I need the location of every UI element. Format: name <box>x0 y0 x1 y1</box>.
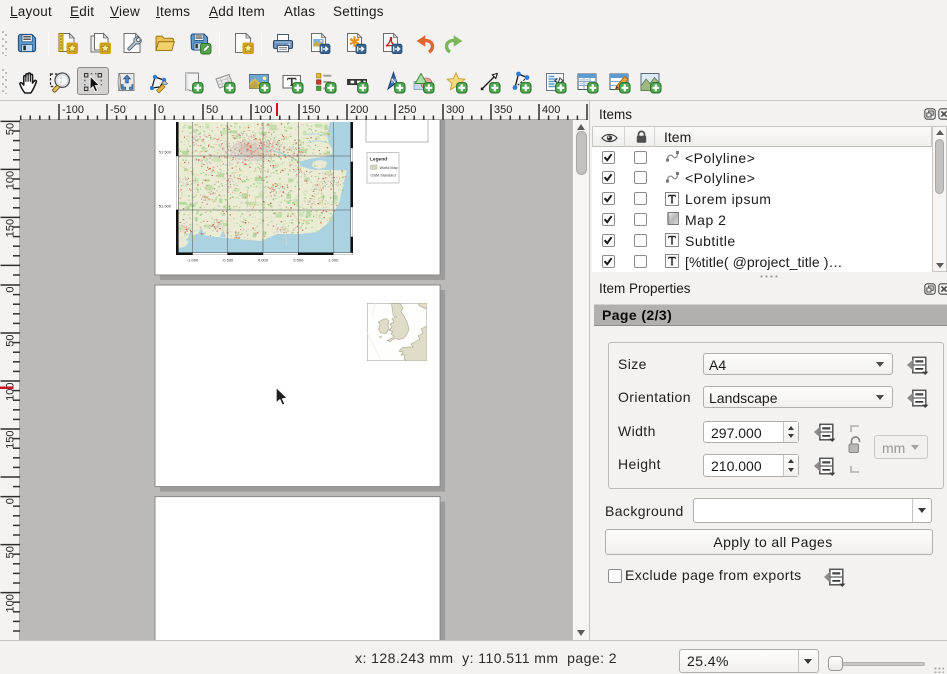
svg-text:50: 50 <box>206 104 218 116</box>
svg-text:100: 100 <box>5 383 17 401</box>
svg-text:1.000: 1.000 <box>328 258 339 263</box>
svg-text:400: 400 <box>542 104 560 116</box>
svg-text:51.000: 51.000 <box>159 204 172 209</box>
svg-text:0: 0 <box>5 287 17 293</box>
svg-text:150: 150 <box>302 104 320 116</box>
svg-text:100: 100 <box>254 104 272 116</box>
svg-text:-100: -100 <box>62 104 84 116</box>
svg-text:-50: -50 <box>110 104 126 116</box>
svg-text:Legend: Legend <box>370 157 387 163</box>
svg-text:350: 350 <box>494 104 512 116</box>
svg-text:0: 0 <box>5 498 17 504</box>
svg-text:200: 200 <box>350 104 368 116</box>
svg-text:51.500: 51.500 <box>159 150 172 155</box>
svg-text:World Map: World Map <box>380 166 398 170</box>
svg-text:300: 300 <box>446 104 464 116</box>
svg-text:-1.000: -1.000 <box>187 258 199 263</box>
svg-text:0: 0 <box>158 104 164 116</box>
svg-text:150: 150 <box>5 431 17 449</box>
svg-text:0.500: 0.500 <box>293 258 304 263</box>
svg-text:100: 100 <box>5 594 17 612</box>
svg-text:100: 100 <box>5 171 17 189</box>
svg-text:250: 250 <box>398 104 416 116</box>
svg-text:OSM Standard: OSM Standard <box>371 173 396 177</box>
svg-text:150: 150 <box>5 219 17 237</box>
svg-text:-0.500: -0.500 <box>222 258 234 263</box>
svg-text:50: 50 <box>5 123 17 135</box>
svg-text:50: 50 <box>5 335 17 347</box>
svg-text:0.000: 0.000 <box>258 258 269 263</box>
svg-text:50: 50 <box>5 546 17 558</box>
